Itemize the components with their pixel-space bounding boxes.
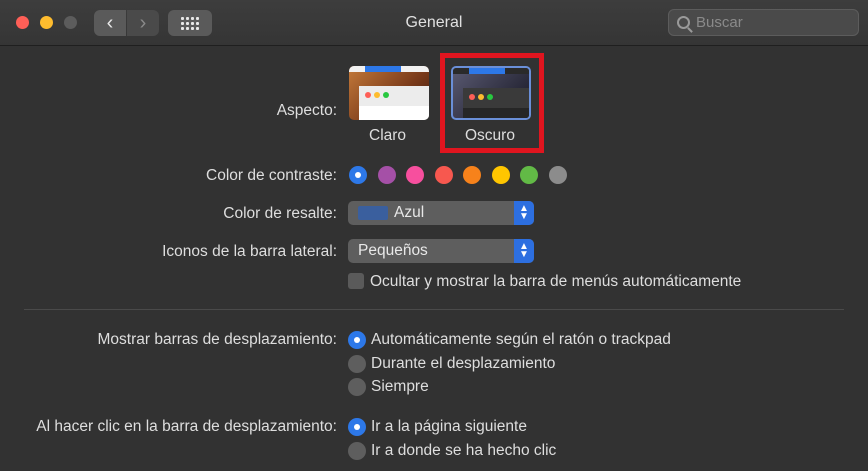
accent-color-swatch[interactable] <box>406 166 424 184</box>
accent-color-swatch[interactable] <box>491 166 510 184</box>
appearance-light-label: Claro <box>369 127 407 144</box>
sidebar-icons-label: Iconos de la barra lateral: <box>162 243 337 260</box>
scrollbars-auto-radio[interactable] <box>348 331 366 349</box>
highlight-color-label: Color de resalte: <box>223 205 337 222</box>
accent-color-swatch[interactable] <box>377 166 396 184</box>
scroll-click-next-page-radio[interactable] <box>348 418 366 436</box>
accent-color-label: Color de contraste: <box>206 167 337 184</box>
menubar-autohide-checkbox[interactable] <box>348 273 364 289</box>
search-field[interactable] <box>668 9 859 36</box>
scroll-click-next-page-label: Ir a la página siguiente <box>371 418 527 435</box>
highlight-color-value: Azul <box>394 204 425 221</box>
scrollbars-scrolling-label: Durante el desplazamiento <box>371 355 556 372</box>
divider <box>24 309 844 310</box>
highlight-color-chip <box>358 206 388 220</box>
scrollbars-scrolling-radio[interactable] <box>348 355 366 373</box>
search-input[interactable] <box>696 14 846 31</box>
sidebar-icons-value: Pequeños <box>358 242 428 259</box>
chevron-updown-icon: ▲ ▼ <box>514 239 534 263</box>
scroll-click-label: Al hacer clic en la barra de desplazamie… <box>36 418 337 435</box>
selection-highlight-box <box>440 53 544 153</box>
appearance-light-thumbnail[interactable] <box>349 66 429 120</box>
accent-color-swatch[interactable] <box>548 166 567 184</box>
accent-color-swatch[interactable] <box>349 166 367 184</box>
scroll-click-spot-radio[interactable] <box>348 442 366 460</box>
appearance-label: Aspecto: <box>276 102 337 119</box>
menubar-autohide-label: Ocultar y mostrar la barra de menús auto… <box>370 273 742 290</box>
accent-color-swatch[interactable] <box>520 166 538 184</box>
scrollbars-auto-label: Automáticamente según el ratón o trackpa… <box>371 331 671 348</box>
accent-color-swatch[interactable] <box>463 166 481 184</box>
highlight-color-popup[interactable]: Azul ▲ ▼ <box>348 201 534 225</box>
scrollbars-always-label: Siempre <box>371 378 429 395</box>
chevron-updown-icon: ▲ ▼ <box>514 201 534 225</box>
scrollbars-always-radio[interactable] <box>348 378 366 396</box>
search-icon <box>677 16 690 29</box>
sidebar-icons-popup[interactable]: Pequeños ▲ ▼ <box>348 239 534 263</box>
accent-color-swatch[interactable] <box>434 166 453 184</box>
scrollbars-label: Mostrar barras de desplazamiento: <box>97 331 337 348</box>
scroll-click-spot-label: Ir a donde se ha hecho clic <box>371 442 557 459</box>
titlebar: ‹ › General <box>0 0 868 46</box>
